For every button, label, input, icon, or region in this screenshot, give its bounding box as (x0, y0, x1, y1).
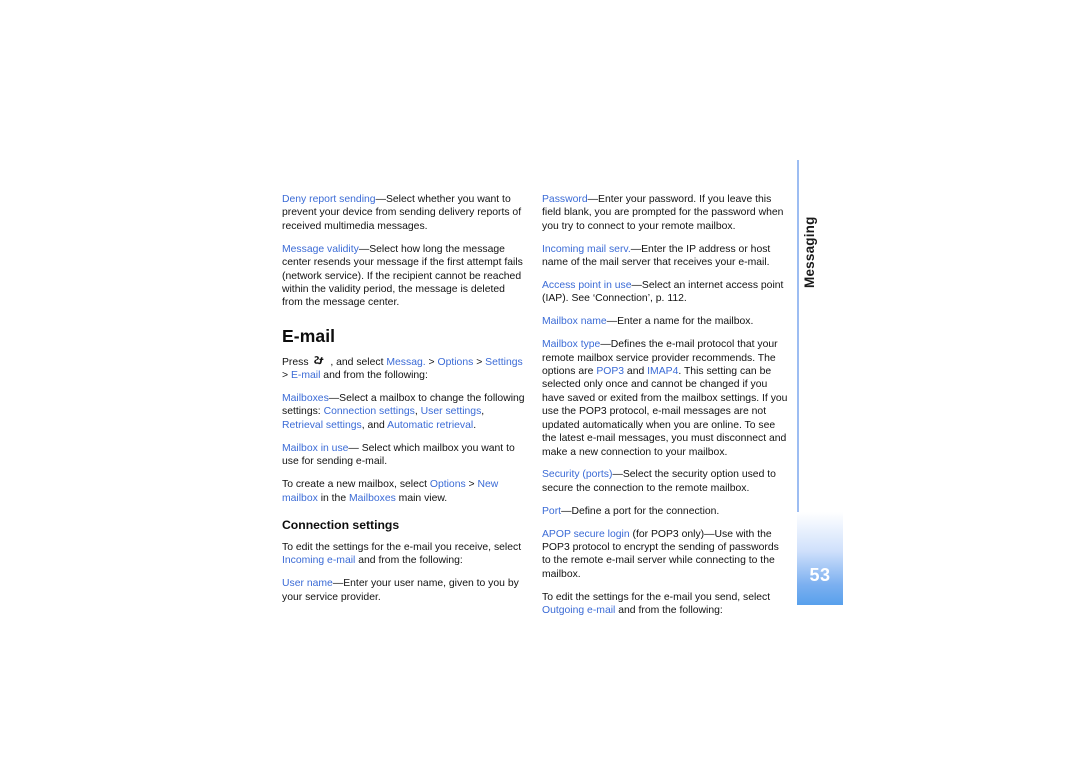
inline-reference[interactable]: Mailboxes (349, 493, 396, 504)
inline-reference[interactable]: Mailbox name (542, 316, 607, 327)
inline-reference[interactable]: E-mail (291, 370, 320, 381)
inline-reference[interactable]: Message validity (282, 244, 359, 255)
body-text: . (473, 419, 477, 431)
manual-page: Deny report sending—Select whether you w… (0, 0, 1080, 763)
inline-reference[interactable]: Automatic retrieval (387, 420, 473, 431)
paragraph-mailboxes: Mailboxes—Select a mailbox to change the… (282, 392, 528, 432)
body-text: and (624, 366, 648, 378)
subsection-title-connection-settings: Connection settings (282, 517, 400, 532)
paragraph-apop-secure-login: APOP secure login (for POP3 only)—Use wi… (542, 528, 788, 582)
inline-reference[interactable]: Mailboxes (282, 393, 329, 404)
body-text: —Define a port for the connection. (561, 505, 720, 517)
body-text: > (473, 356, 486, 368)
page-tab-marker (797, 512, 843, 605)
body-text: > (425, 356, 438, 368)
inline-reference[interactable]: Security (ports) (542, 469, 612, 480)
page-number: 53 (809, 565, 831, 585)
paragraph-message-validity: Message validity—Select how long the mes… (282, 243, 528, 310)
paragraph-mailbox-name: Mailbox name—Enter a name for the mailbo… (542, 315, 788, 328)
left-column-intro-paragraphs: Deny report sending—Select whether you w… (282, 193, 528, 310)
body-text: and from the following: (355, 555, 463, 567)
body-text: , (481, 406, 485, 418)
body-text: and from the following: (320, 370, 428, 382)
inline-reference[interactable]: Port (542, 506, 561, 517)
inline-reference[interactable]: Options (438, 357, 474, 368)
paragraph-access-point-in-use: Access point in use—Select an internet a… (542, 279, 788, 306)
body-text: and from the following: (615, 605, 723, 617)
inline-reference[interactable]: User settings (421, 406, 482, 417)
inline-reference[interactable]: IMAP4 (647, 366, 678, 377)
paragraph-user-name: User name—Enter your user name, given to… (282, 577, 528, 604)
paragraph-incoming-email-intro: To edit the settings for the e-mail you … (282, 541, 528, 568)
left-column-connection-paragraphs: To edit the settings for the e-mail you … (282, 541, 528, 604)
body-text: —Enter a name for the mailbox. (606, 316, 754, 328)
body-text: in the (317, 492, 350, 504)
paragraph-press-path: Press , and select Messag. > Options > S… (282, 355, 528, 383)
inline-reference[interactable]: Messag. (386, 357, 425, 368)
body-text: > (282, 370, 291, 382)
inline-reference[interactable]: Deny report sending (282, 194, 376, 205)
paragraph-port: Port—Define a port for the connection. (542, 505, 788, 518)
left-text-column: Deny report sending—Select whether you w… (282, 193, 528, 614)
body-text: . This setting can be selected only once… (542, 366, 788, 458)
inline-reference[interactable]: Outgoing e-mail (542, 605, 615, 616)
paragraph-create-new-mailbox: To create a new mailbox, select Options … (282, 478, 528, 505)
right-column-paragraphs: Password—Enter your password. If you lea… (542, 193, 788, 618)
body-text: Press (282, 356, 312, 368)
paragraph-incoming-mail-serv: Incoming mail serv.—Enter the IP address… (542, 243, 788, 270)
body-text: > (465, 479, 478, 491)
body-text: main view. (395, 492, 448, 504)
inline-reference[interactable]: Connection settings (324, 406, 415, 417)
body-text: To create a new mailbox, select (282, 479, 430, 491)
inline-reference[interactable]: Password (542, 194, 588, 205)
right-text-column: Password—Enter your password. If you lea… (542, 193, 788, 627)
body-text: , and select (327, 356, 387, 368)
inline-reference[interactable]: APOP secure login (542, 529, 630, 540)
left-column-email-paragraphs: Press , and select Messag. > Options > S… (282, 355, 528, 505)
chapter-label: Messaging (802, 216, 817, 288)
inline-reference[interactable]: Incoming e-mail (282, 555, 355, 566)
inline-reference[interactable]: Mailbox type (542, 339, 600, 350)
inline-reference[interactable]: Access point in use (542, 280, 632, 291)
body-text: To edit the settings for the e-mail you … (282, 541, 522, 553)
inline-reference[interactable]: Options (430, 479, 466, 490)
paragraph-password: Password—Enter your password. If you lea… (542, 193, 788, 233)
paragraph-security-ports: Security (ports)—Select the security opt… (542, 468, 788, 495)
inline-reference[interactable]: Mailbox in use (282, 443, 348, 454)
menu-key-icon (313, 355, 325, 367)
inline-reference[interactable]: POP3 (596, 366, 624, 377)
paragraph-deny-report-sending: Deny report sending—Select whether you w… (282, 193, 528, 233)
paragraph-mailbox-type: Mailbox type—Defines the e-mail protocol… (542, 338, 788, 459)
body-text: , and (361, 419, 388, 431)
inline-reference[interactable]: User name (282, 578, 333, 589)
inline-reference[interactable]: Retrieval settings (282, 420, 362, 431)
paragraph-mailbox-in-use: Mailbox in use— Select which mailbox you… (282, 442, 528, 469)
body-text: To edit the settings for the e-mail you … (542, 591, 771, 603)
paragraph-outgoing-email-intro: To edit the settings for the e-mail you … (542, 591, 788, 618)
inline-reference[interactable]: Settings (485, 357, 523, 368)
page-title: E-mail (282, 325, 336, 346)
inline-reference[interactable]: Incoming mail serv. (542, 244, 631, 255)
